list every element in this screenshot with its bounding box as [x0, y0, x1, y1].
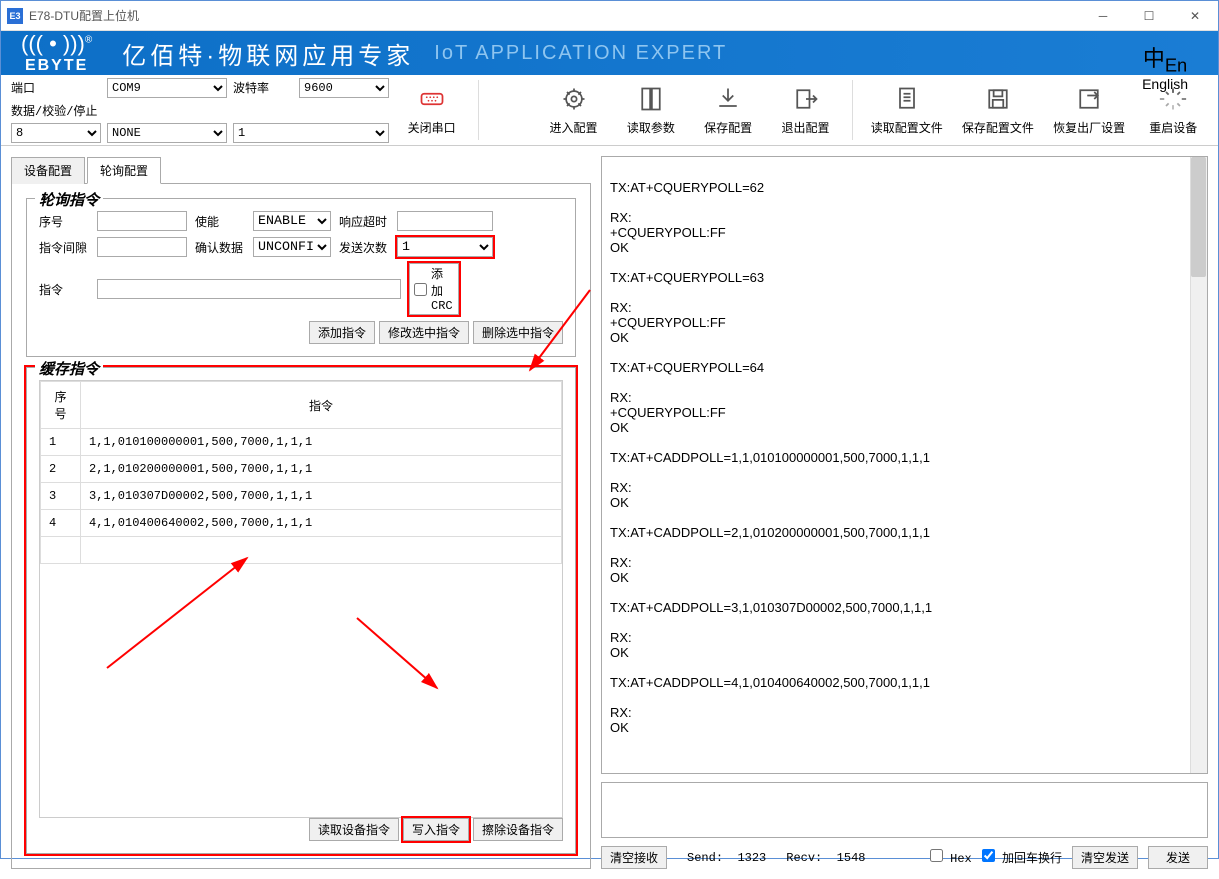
add-command-button[interactable]: 添加指令 [309, 321, 375, 344]
seq-input[interactable] [97, 211, 187, 231]
read-params-button[interactable]: 读取参数 [616, 75, 685, 145]
delete-command-button[interactable]: 删除选中指令 [473, 321, 563, 344]
gear-icon [560, 85, 588, 113]
col-seq-header: 序号 [41, 382, 81, 429]
file-read-icon [893, 85, 921, 113]
port-label: 端口 [11, 79, 101, 96]
crlf-checkbox[interactable]: 加回车换行 [982, 849, 1062, 866]
save-config-file-button[interactable]: 保存配置文件 [956, 75, 1039, 145]
language-switch[interactable]: 中En English [1142, 41, 1188, 92]
col-cmd-header: 指令 [81, 382, 562, 429]
stopbits-select[interactable]: 1 [233, 123, 389, 143]
clear-send-button[interactable]: 清空发送 [1072, 846, 1138, 869]
baud-select[interactable]: 9600 [299, 78, 389, 98]
restore-defaults-button[interactable]: 恢复出厂设置 [1047, 75, 1130, 145]
table-row[interactable]: 33,1,010307D00002,500,7000,1,1,1 [41, 483, 562, 510]
banner-slogan-en: IoT APPLICATION EXPERT [434, 42, 727, 65]
timeout-input[interactable] [397, 211, 493, 231]
titlebar: E3 E78-DTU配置上位机 ─ ☐ ✕ [1, 1, 1218, 31]
log-output[interactable]: TX:AT+CQUERYPOLL=62 RX: +CQUERYPOLL:FF O… [601, 156, 1208, 774]
minimize-button[interactable]: ─ [1080, 1, 1126, 31]
table-row[interactable]: 44,1,010400640002,500,7000,1,1,1 [41, 510, 562, 537]
scrollbar-thumb[interactable] [1191, 157, 1206, 277]
interval-input[interactable] [97, 237, 187, 257]
hex-checkbox[interactable]: Hex [930, 849, 972, 866]
table-row[interactable]: 22,1,010200000001,500,7000,1,1,1 [41, 456, 562, 483]
close-serial-button[interactable]: 关闭串口 [397, 75, 466, 145]
save-config-button[interactable]: 保存配置 [694, 75, 763, 145]
modify-command-button[interactable]: 修改选中指令 [379, 321, 469, 344]
write-cmd-button[interactable]: 写入指令 [403, 818, 469, 841]
brand-logo: ((( • )))® EBYTE [21, 31, 92, 75]
command-input[interactable] [97, 279, 401, 299]
enter-config-button[interactable]: 进入配置 [539, 75, 608, 145]
window-title: E78-DTU配置上位机 [29, 7, 1080, 24]
close-button[interactable]: ✕ [1172, 1, 1218, 31]
tab-poll-config[interactable]: 轮询配置 [87, 157, 161, 184]
add-crc-checkbox[interactable]: 添加CRC [409, 263, 459, 315]
clear-receive-button[interactable]: 清空接收 [601, 846, 667, 869]
restore-icon [1075, 85, 1103, 113]
send-button[interactable]: 发送 [1148, 846, 1208, 869]
download-icon [714, 85, 742, 113]
exit-config-button[interactable]: 退出配置 [771, 75, 840, 145]
serial-port-icon [418, 85, 446, 113]
read-config-file-button[interactable]: 读取配置文件 [865, 75, 948, 145]
erase-device-cmd-button[interactable]: 擦除设备指令 [473, 818, 563, 841]
save-icon [984, 85, 1012, 113]
language-icon: 中En [1142, 41, 1188, 76]
cache-table: 序号 指令 11,1,010100000001,500,7000,1,1,122… [39, 380, 563, 818]
confirm-select[interactable]: UNCONFIRM [253, 237, 331, 257]
exit-icon [792, 85, 820, 113]
read-icon [637, 85, 665, 113]
poll-command-fieldset: 轮询指令 序号 使能 ENABLE 响应超时 指令间隙 确认数据 UNCONFI… [26, 198, 576, 357]
parity-select[interactable]: NONE [107, 123, 227, 143]
send-input[interactable] [601, 782, 1208, 838]
banner-slogan-cn: 亿佰特·物联网应用专家 [122, 36, 414, 71]
port-select[interactable]: COM9 [107, 78, 227, 98]
toolbar: 端口 COM9 波特率 9600 数据/校验/停止 8 NONE 1 关闭串口 … [1, 75, 1218, 146]
tab-device-config[interactable]: 设备配置 [11, 157, 85, 184]
enable-select[interactable]: ENABLE [253, 211, 331, 231]
cache-commands-fieldset: 缓存指令 序号 指令 11,1,010100000001,500,7000,1,… [26, 367, 576, 854]
crc-check[interactable] [414, 283, 427, 296]
table-row[interactable]: 11,1,010100000001,500,7000,1,1,1 [41, 429, 562, 456]
scrollbar[interactable] [1190, 157, 1207, 773]
banner: ((( • )))® EBYTE 亿佰特·物联网应用专家 IoT APPLICA… [1, 31, 1218, 75]
dataparity-label: 数据/校验/停止 [11, 102, 227, 119]
baud-label: 波特率 [233, 79, 293, 96]
databits-select[interactable]: 8 [11, 123, 101, 143]
sendcount-select[interactable]: 1 [397, 237, 493, 257]
app-icon: E3 [7, 8, 23, 24]
read-device-cmd-button[interactable]: 读取设备指令 [309, 818, 399, 841]
maximize-button[interactable]: ☐ [1126, 1, 1172, 31]
